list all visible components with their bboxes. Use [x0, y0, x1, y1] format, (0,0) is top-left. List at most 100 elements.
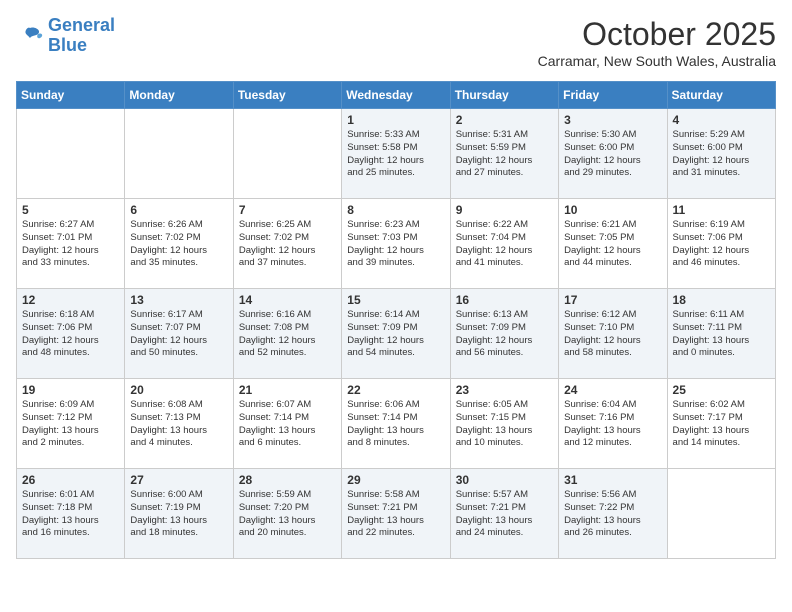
- cell-details: Sunrise: 6:09 AM Sunset: 7:12 PM Dayligh…: [22, 399, 119, 450]
- cell-details: Sunrise: 6:02 AM Sunset: 7:17 PM Dayligh…: [673, 399, 770, 450]
- calendar-cell: [17, 109, 125, 199]
- calendar-cell: 28Sunrise: 5:59 AM Sunset: 7:20 PM Dayli…: [233, 469, 341, 559]
- cell-details: Sunrise: 6:01 AM Sunset: 7:18 PM Dayligh…: [22, 489, 119, 540]
- cell-details: Sunrise: 6:23 AM Sunset: 7:03 PM Dayligh…: [347, 219, 444, 270]
- day-number: 25: [673, 383, 770, 397]
- calendar-cell: 29 Sunrise: 5:58 AM Sunset: 7:21 PM Dayli…: [342, 469, 450, 559]
- day-number: 3: [564, 113, 661, 127]
- cell-details: Sunrise: 6:17 AM Sunset: 7:07 PM Dayligh…: [130, 309, 227, 360]
- week-row-1: 1 Sunrise: 5:33 AM Sunset: 5:58 PM Daylig…: [17, 109, 776, 199]
- calendar-cell: 21Sunrise: 6:07 AM Sunset: 7:14 PM Dayli…: [233, 379, 341, 469]
- day-number: 21: [239, 383, 336, 397]
- cell-details: Sunrise: 5:58 AM Sunset: 7:21 PM Dayligh…: [347, 489, 444, 540]
- day-number: 9: [456, 203, 553, 217]
- week-row-2: 5Sunrise: 6:27 AM Sunset: 7:01 PM Daylig…: [17, 199, 776, 289]
- day-number: 2: [456, 113, 553, 127]
- day-number: 22: [347, 383, 444, 397]
- day-number: 18: [673, 293, 770, 307]
- day-header-friday: Friday: [559, 82, 667, 109]
- calendar-cell: 24Sunrise: 6:04 AM Sunset: 7:16 PM Dayli…: [559, 379, 667, 469]
- cell-details: Sunrise: 6:13 AM Sunset: 7:09 PM Dayligh…: [456, 309, 553, 360]
- cell-details: Sunrise: 5:57 AM Sunset: 7:21 PM Dayligh…: [456, 489, 553, 540]
- cell-details: Sunrise: 6:21 AM Sunset: 7:05 PM Dayligh…: [564, 219, 661, 270]
- cell-details: Sunrise: 6:00 AM Sunset: 7:19 PM Dayligh…: [130, 489, 227, 540]
- day-number: 23: [456, 383, 553, 397]
- calendar-cell: 20 Sunrise: 6:08 AM Sunset: 7:13 PM Dayli…: [125, 379, 233, 469]
- calendar-cell: 18 Sunrise: 6:11 AM Sunset: 7:11 PM Dayli…: [667, 289, 775, 379]
- calendar-cell: 6 Sunrise: 6:26 AM Sunset: 7:02 PM Daylig…: [125, 199, 233, 289]
- day-header-saturday: Saturday: [667, 82, 775, 109]
- cell-details: Sunrise: 5:56 AM Sunset: 7:22 PM Dayligh…: [564, 489, 661, 540]
- cell-details: Sunrise: 6:19 AM Sunset: 7:06 PM Dayligh…: [673, 219, 770, 270]
- calendar-cell: 30Sunrise: 5:57 AM Sunset: 7:21 PM Dayli…: [450, 469, 558, 559]
- calendar-cell: 22 Sunrise: 6:06 AM Sunset: 7:14 PM Dayli…: [342, 379, 450, 469]
- calendar-cell: 1 Sunrise: 5:33 AM Sunset: 5:58 PM Daylig…: [342, 109, 450, 199]
- cell-details: Sunrise: 5:30 AM Sunset: 6:00 PM Dayligh…: [564, 129, 661, 180]
- calendar-cell: 8 Sunrise: 6:23 AM Sunset: 7:03 PM Daylig…: [342, 199, 450, 289]
- logo-text: General Blue: [48, 16, 115, 56]
- calendar-body: 1 Sunrise: 5:33 AM Sunset: 5:58 PM Daylig…: [17, 109, 776, 559]
- calendar-cell: 10 Sunrise: 6:21 AM Sunset: 7:05 PM Dayli…: [559, 199, 667, 289]
- calendar-cell: 19Sunrise: 6:09 AM Sunset: 7:12 PM Dayli…: [17, 379, 125, 469]
- day-number: 31: [564, 473, 661, 487]
- calendar-cell: 5Sunrise: 6:27 AM Sunset: 7:01 PM Daylig…: [17, 199, 125, 289]
- calendar-table: SundayMondayTuesdayWednesdayThursdayFrid…: [16, 81, 776, 559]
- day-number: 29: [347, 473, 444, 487]
- day-number: 10: [564, 203, 661, 217]
- day-header-monday: Monday: [125, 82, 233, 109]
- calendar-cell: 11Sunrise: 6:19 AM Sunset: 7:06 PM Dayli…: [667, 199, 775, 289]
- cell-details: Sunrise: 6:26 AM Sunset: 7:02 PM Dayligh…: [130, 219, 227, 270]
- day-number: 28: [239, 473, 336, 487]
- cell-details: Sunrise: 6:16 AM Sunset: 7:08 PM Dayligh…: [239, 309, 336, 360]
- calendar-cell: 9 Sunrise: 6:22 AM Sunset: 7:04 PM Daylig…: [450, 199, 558, 289]
- calendar-cell: 3 Sunrise: 5:30 AM Sunset: 6:00 PM Daylig…: [559, 109, 667, 199]
- day-number: 7: [239, 203, 336, 217]
- calendar-cell: 23 Sunrise: 6:05 AM Sunset: 7:15 PM Dayli…: [450, 379, 558, 469]
- cell-details: Sunrise: 6:22 AM Sunset: 7:04 PM Dayligh…: [456, 219, 553, 270]
- calendar-header-row: SundayMondayTuesdayWednesdayThursdayFrid…: [17, 82, 776, 109]
- cell-details: Sunrise: 6:12 AM Sunset: 7:10 PM Dayligh…: [564, 309, 661, 360]
- calendar-cell: [233, 109, 341, 199]
- cell-details: Sunrise: 6:06 AM Sunset: 7:14 PM Dayligh…: [347, 399, 444, 450]
- cell-details: Sunrise: 6:18 AM Sunset: 7:06 PM Dayligh…: [22, 309, 119, 360]
- day-number: 17: [564, 293, 661, 307]
- cell-details: Sunrise: 6:27 AM Sunset: 7:01 PM Dayligh…: [22, 219, 119, 270]
- calendar-cell: 25 Sunrise: 6:02 AM Sunset: 7:17 PM Dayli…: [667, 379, 775, 469]
- logo: General Blue: [16, 16, 115, 56]
- day-number: 6: [130, 203, 227, 217]
- page-header: General Blue October 2025 Carramar, New …: [16, 16, 776, 69]
- calendar-cell: 27 Sunrise: 6:00 AM Sunset: 7:19 PM Dayli…: [125, 469, 233, 559]
- day-number: 4: [673, 113, 770, 127]
- day-number: 27: [130, 473, 227, 487]
- day-number: 1: [347, 113, 444, 127]
- calendar-cell: [667, 469, 775, 559]
- cell-details: Sunrise: 6:11 AM Sunset: 7:11 PM Dayligh…: [673, 309, 770, 360]
- cell-details: Sunrise: 5:31 AM Sunset: 5:59 PM Dayligh…: [456, 129, 553, 180]
- cell-details: Sunrise: 5:33 AM Sunset: 5:58 PM Dayligh…: [347, 129, 444, 180]
- logo-bird-icon: [16, 24, 44, 48]
- calendar-cell: 4 Sunrise: 5:29 AM Sunset: 6:00 PM Daylig…: [667, 109, 775, 199]
- week-row-5: 26 Sunrise: 6:01 AM Sunset: 7:18 PM Dayli…: [17, 469, 776, 559]
- day-number: 26: [22, 473, 119, 487]
- day-number: 12: [22, 293, 119, 307]
- calendar-cell: [125, 109, 233, 199]
- calendar-cell: 16Sunrise: 6:13 AM Sunset: 7:09 PM Dayli…: [450, 289, 558, 379]
- day-header-sunday: Sunday: [17, 82, 125, 109]
- cell-details: Sunrise: 5:29 AM Sunset: 6:00 PM Dayligh…: [673, 129, 770, 180]
- title-area: October 2025 Carramar, New South Wales, …: [538, 16, 776, 69]
- calendar-cell: 17 Sunrise: 6:12 AM Sunset: 7:10 PM Dayli…: [559, 289, 667, 379]
- cell-details: Sunrise: 6:05 AM Sunset: 7:15 PM Dayligh…: [456, 399, 553, 450]
- month-title: October 2025: [538, 16, 776, 53]
- day-number: 15: [347, 293, 444, 307]
- cell-details: Sunrise: 6:08 AM Sunset: 7:13 PM Dayligh…: [130, 399, 227, 450]
- day-number: 8: [347, 203, 444, 217]
- calendar-cell: 26 Sunrise: 6:01 AM Sunset: 7:18 PM Dayli…: [17, 469, 125, 559]
- calendar-cell: 2 Sunrise: 5:31 AM Sunset: 5:59 PM Daylig…: [450, 109, 558, 199]
- cell-details: Sunrise: 6:14 AM Sunset: 7:09 PM Dayligh…: [347, 309, 444, 360]
- cell-details: Sunrise: 6:25 AM Sunset: 7:02 PM Dayligh…: [239, 219, 336, 270]
- calendar-cell: 14Sunrise: 6:16 AM Sunset: 7:08 PM Dayli…: [233, 289, 341, 379]
- day-number: 20: [130, 383, 227, 397]
- day-header-thursday: Thursday: [450, 82, 558, 109]
- calendar-cell: 31 Sunrise: 5:56 AM Sunset: 7:22 PM Dayli…: [559, 469, 667, 559]
- calendar-cell: 15 Sunrise: 6:14 AM Sunset: 7:09 PM Dayli…: [342, 289, 450, 379]
